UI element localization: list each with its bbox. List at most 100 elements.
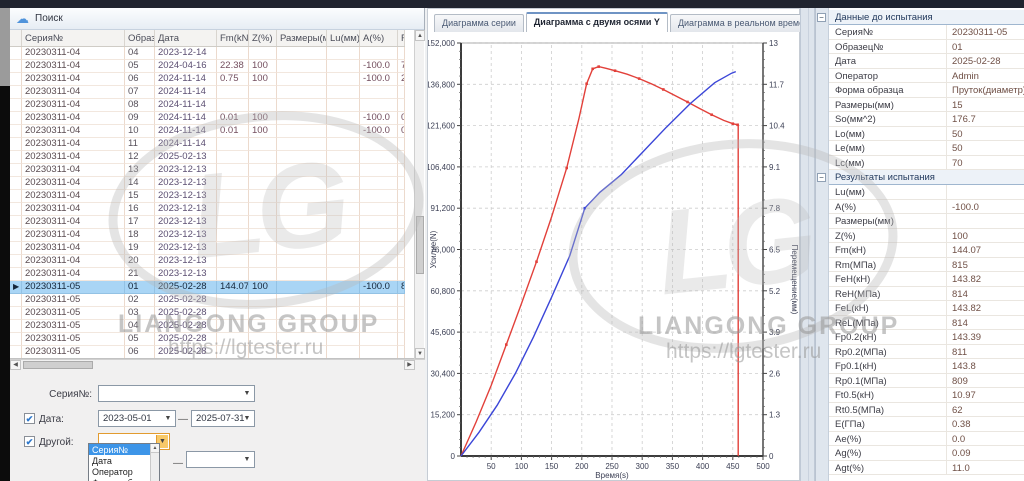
table-row[interactable]: 20230311-04152023-12-13 <box>10 190 405 203</box>
property-row[interactable]: Образец№01 <box>829 40 1024 55</box>
property-row[interactable]: Rt0.5(МПа)62 <box>829 403 1024 418</box>
property-row[interactable]: Rm(МПа)815 <box>829 258 1024 273</box>
property-row[interactable]: Rp0.1(МПа)809 <box>829 374 1024 389</box>
property-row[interactable]: Форма образцаПруток(диаметр) <box>829 83 1024 98</box>
panel-splitter[interactable] <box>800 8 815 481</box>
property-row[interactable]: Rp0.2(МПа)811 <box>829 345 1024 360</box>
row-selector-cell[interactable] <box>10 203 22 216</box>
table-vertical-scrollbar[interactable]: ▲ ▼ <box>414 30 424 359</box>
vertical-scroll-thumb[interactable] <box>416 216 424 274</box>
collapse-icon[interactable]: − <box>817 13 826 22</box>
table-row[interactable]: 20230311-04162023-12-13 <box>10 203 405 216</box>
row-selector-cell[interactable] <box>10 47 22 60</box>
dropdown-item[interactable]: Форма образца <box>89 477 150 481</box>
scroll-down-button[interactable]: ▼ <box>415 348 425 359</box>
row-selector-cell[interactable] <box>10 242 22 255</box>
other-filter-checkbox[interactable]: ✔ <box>24 436 35 447</box>
date-from-combobox[interactable]: 2023-05-01 ▼ <box>98 410 176 427</box>
property-row[interactable]: Размеры(мм) <box>829 214 1024 229</box>
table-row[interactable]: 20230311-05062025-02-28 <box>10 346 405 359</box>
table-horizontal-scrollbar[interactable]: ◀ ▶ <box>10 359 425 370</box>
row-selector-cell[interactable] <box>10 216 22 229</box>
dropdown-item[interactable]: Оператор <box>89 466 150 477</box>
row-selector-cell[interactable] <box>10 307 22 320</box>
row-selector-cell[interactable] <box>10 255 22 268</box>
scroll-left-button[interactable]: ◀ <box>10 360 21 370</box>
scroll-up-button[interactable]: ▲ <box>415 30 425 41</box>
column-header[interactable]: Размеры(мм) <box>277 30 327 46</box>
dropdown-scroll-up-icon[interactable]: ▲ <box>151 444 159 453</box>
dropdown-scrollbar[interactable]: ▲ <box>150 444 159 481</box>
table-row[interactable]: 20230311-04212023-12-13 <box>10 268 405 281</box>
property-row[interactable]: A(%)-100.0 <box>829 200 1024 215</box>
dropdown-item[interactable]: Дата <box>89 455 150 466</box>
property-row[interactable]: Ae(%)0.0 <box>829 432 1024 447</box>
table-row[interactable]: 20230311-04172023-12-13 <box>10 216 405 229</box>
row-selector-cell[interactable] <box>10 112 22 125</box>
table-row[interactable]: 20230311-04142023-12-13 <box>10 177 405 190</box>
property-row[interactable]: Ft0.5(кН)10.97 <box>829 388 1024 403</box>
row-selector-cell[interactable] <box>10 138 22 151</box>
chevron-down-icon[interactable]: ▼ <box>241 453 253 466</box>
chevron-down-icon[interactable]: ▼ <box>162 412 174 425</box>
table-row[interactable]: 20230311-04122025-02-13 <box>10 151 405 164</box>
table-row[interactable]: 20230311-04052024-04-1622.38100-100.07 <box>10 60 405 73</box>
column-header[interactable]: Z(%) <box>249 30 277 46</box>
property-group-header[interactable]: −Результаты испытания <box>829 170 1024 185</box>
table-row[interactable]: 20230311-04112024-11-14 <box>10 138 405 151</box>
table-row[interactable]: 20230311-04202023-12-13 <box>10 255 405 268</box>
property-row[interactable]: Fp0.2(кН)143.39 <box>829 330 1024 345</box>
property-row[interactable]: ReL(МПа)814 <box>829 316 1024 331</box>
column-header[interactable]: R <box>398 30 405 46</box>
row-selector-cell[interactable] <box>10 294 22 307</box>
column-header[interactable]: A(%) <box>360 30 398 46</box>
property-row[interactable]: Серия№20230311-05 <box>829 25 1024 40</box>
property-row[interactable]: So(мм^2)176.7 <box>829 112 1024 127</box>
property-row[interactable]: FeL(кН)143.82 <box>829 301 1024 316</box>
property-row[interactable]: E(ГПа)0.38 <box>829 417 1024 432</box>
property-row[interactable]: Lo(мм)50 <box>829 127 1024 142</box>
property-row[interactable]: FeH(кН)143.82 <box>829 272 1024 287</box>
collapse-icon[interactable]: − <box>817 173 826 182</box>
scroll-right-button[interactable]: ▶ <box>404 360 415 370</box>
tab-active[interactable]: Диаграмма с двумя осями Y <box>526 12 668 32</box>
property-row[interactable]: Lc(мм)70 <box>829 156 1024 171</box>
column-header[interactable]: Дата <box>155 30 217 46</box>
row-selector-cell[interactable] <box>10 177 22 190</box>
column-header[interactable]: Fm(kN) <box>217 30 249 46</box>
table-row[interactable]: 20230311-04072024-11-14 <box>10 86 405 99</box>
property-row[interactable]: Размеры(мм)15 <box>829 98 1024 113</box>
row-selector-cell[interactable] <box>10 164 22 177</box>
other-value-combobox[interactable]: ▼ <box>186 451 255 468</box>
column-header[interactable]: Серия№ <box>22 30 125 46</box>
row-selector-cell[interactable] <box>10 333 22 346</box>
chevron-down-icon[interactable]: ▼ <box>241 387 253 400</box>
row-selector-cell[interactable] <box>10 268 22 281</box>
table-row[interactable]: 20230311-04042023-12-14 <box>10 47 405 60</box>
property-row[interactable]: Fm(кН)144.07 <box>829 243 1024 258</box>
series-filter-combobox[interactable]: ▼ <box>98 385 255 402</box>
chevron-down-icon[interactable]: ▼ <box>241 412 253 425</box>
horizontal-scroll-thumb[interactable] <box>23 361 93 369</box>
table-row[interactable]: 20230311-05042025-02-28 <box>10 320 405 333</box>
column-header[interactable]: Lu(мм) <box>327 30 360 46</box>
property-row[interactable]: Fp0.1(кН)143.8 <box>829 359 1024 374</box>
property-row[interactable]: Agt(%)11.0 <box>829 461 1024 476</box>
row-selector-cell[interactable] <box>10 73 22 86</box>
property-row[interactable]: Ag(%)0.09 <box>829 446 1024 461</box>
property-row[interactable]: Lu(мм) <box>829 185 1024 200</box>
tab-inactive[interactable]: Диаграмма серии <box>434 14 524 32</box>
row-selector-cell[interactable] <box>10 99 22 112</box>
table-row[interactable]: 20230311-05022025-02-28 <box>10 294 405 307</box>
table-row[interactable]: 20230311-04062024-11-140.75100-100.02 <box>10 73 405 86</box>
table-row[interactable]: 20230311-04102024-11-140.01100-100.00 <box>10 125 405 138</box>
row-selector-cell[interactable] <box>10 320 22 333</box>
table-row[interactable]: 20230311-04082024-11-14 <box>10 99 405 112</box>
property-row[interactable]: Дата2025-02-28 <box>829 54 1024 69</box>
date-to-combobox[interactable]: 2025-07-31 ▼ <box>191 410 255 427</box>
table-row[interactable]: 20230311-04092024-11-140.01100-100.00 <box>10 112 405 125</box>
row-selector-cell[interactable] <box>10 125 22 138</box>
property-row[interactable]: Le(мм)50 <box>829 141 1024 156</box>
row-selector-cell[interactable] <box>10 190 22 203</box>
dropdown-item[interactable]: Серия№ <box>89 444 150 455</box>
